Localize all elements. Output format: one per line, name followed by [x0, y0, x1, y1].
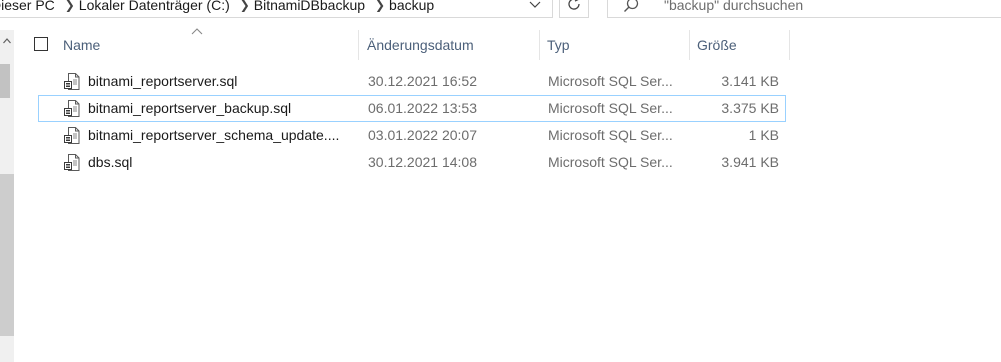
file-date: 03.01.2022 20:07 — [368, 127, 477, 143]
chevron-right-icon[interactable]: ❯ — [371, 0, 389, 12]
file-size: 3.141 KB — [721, 73, 779, 89]
file-type: Microsoft SQL Ser... — [548, 154, 673, 170]
file-date: 30.12.2021 14:08 — [368, 154, 477, 170]
breadcrumb-item-bitnamidbbackup[interactable]: BitnamiDBbackup — [254, 0, 371, 13]
scroll-up-button[interactable] — [0, 34, 14, 48]
refresh-button[interactable] — [559, 0, 589, 18]
column-header-date[interactable]: Änderungsdatum — [367, 30, 474, 60]
file-row-focused[interactable]: bitnami_reportserver_backup.sql 06.01.20… — [38, 95, 786, 122]
sql-file-icon — [64, 127, 80, 144]
file-name: bitnami_reportserver.sql — [88, 73, 238, 89]
sql-file-icon — [64, 154, 80, 171]
breadcrumb-item-this-pc[interactable]: Dieser PC — [0, 0, 61, 13]
chevron-down-icon — [529, 1, 541, 8]
file-name: bitnami_reportserver_schema_update.... — [88, 127, 340, 143]
file-name: dbs.sql — [88, 154, 133, 170]
file-size: 1 KB — [748, 127, 779, 143]
nav-pane-scrollbar[interactable] — [0, 30, 14, 362]
file-size: 3.375 KB — [721, 100, 779, 116]
sql-file-icon — [64, 73, 80, 90]
chevron-right-icon[interactable]: ❯ — [61, 0, 79, 12]
file-type: Microsoft SQL Ser... — [548, 100, 673, 116]
file-row[interactable]: bitnami_reportserver_schema_update.... 0… — [38, 122, 786, 149]
breadcrumb-item-drive[interactable]: Lokaler Datenträger (C:) — [79, 0, 236, 13]
column-divider[interactable] — [789, 30, 790, 60]
select-all-checkbox[interactable] — [34, 37, 48, 51]
column-divider[interactable] — [358, 30, 359, 60]
address-history-dropdown[interactable] — [520, 0, 550, 19]
chevron-right-icon[interactable]: ❯ — [236, 0, 254, 12]
refresh-icon — [568, 0, 580, 10]
file-explorer-window: Dieser PC ❯ Lokaler Datenträger (C:) ❯ B… — [0, 0, 1001, 362]
address-bar[interactable]: Dieser PC ❯ Lokaler Datenträger (C:) ❯ B… — [0, 0, 553, 18]
file-list: bitnami_reportserver.sql 30.12.2021 16:5… — [38, 68, 786, 176]
breadcrumb: Dieser PC ❯ Lokaler Datenträger (C:) ❯ B… — [0, 0, 440, 19]
file-type: Microsoft SQL Ser... — [548, 73, 673, 89]
file-size: 3.941 KB — [721, 154, 779, 170]
file-date: 06.01.2022 13:53 — [368, 100, 477, 116]
file-type: Microsoft SQL Ser... — [548, 127, 673, 143]
sql-file-icon — [64, 100, 80, 117]
search-input[interactable]: "backup" durchsuchen — [607, 0, 1001, 18]
column-divider[interactable] — [689, 30, 690, 60]
file-row[interactable]: dbs.sql 30.12.2021 14:08 Microsoft SQL S… — [38, 149, 786, 176]
scrollbar-thumb[interactable] — [0, 174, 14, 336]
sort-up-icon — [191, 28, 203, 35]
file-date: 30.12.2021 16:52 — [368, 73, 477, 89]
breadcrumb-item-backup[interactable]: backup — [389, 0, 440, 13]
column-divider[interactable] — [539, 30, 540, 60]
nav-pane-edge — [0, 64, 10, 98]
column-header-name[interactable]: Name — [63, 30, 100, 60]
column-header-row: Name Änderungsdatum Typ Größe — [28, 28, 793, 60]
file-name: bitnami_reportserver_backup.sql — [88, 100, 292, 116]
column-header-size[interactable]: Größe — [697, 30, 737, 60]
search-placeholder: "backup" durchsuchen — [664, 0, 804, 13]
search-icon — [624, 0, 639, 12]
column-header-type[interactable]: Typ — [547, 30, 570, 60]
file-row[interactable]: bitnami_reportserver.sql 30.12.2021 16:5… — [38, 68, 786, 95]
chevron-up-icon — [3, 38, 11, 44]
